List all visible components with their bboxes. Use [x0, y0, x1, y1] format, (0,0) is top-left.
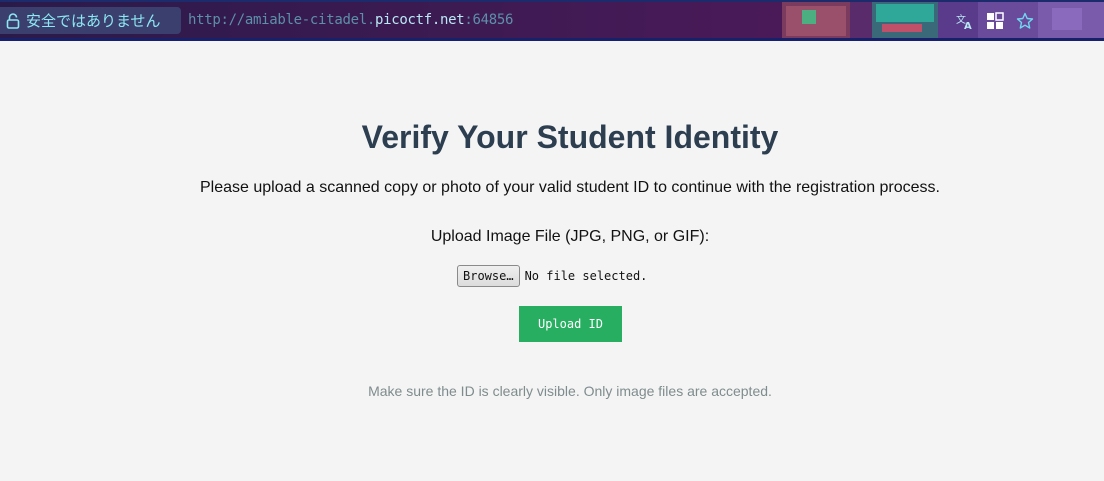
browser-address-bar: 安全ではありません http://amiable-citadel.picoctf… [0, 0, 1104, 41]
upload-id-button[interactable]: Upload ID [519, 306, 622, 342]
instructions-text: Please upload a scanned copy or photo of… [200, 179, 940, 196]
svg-text:A: A [964, 21, 972, 30]
translate-icon[interactable]: 文 A [956, 12, 974, 30]
upload-label: Upload Image File (JPG, PNG, or GIF): [430, 228, 710, 245]
url-port: :64856 [464, 12, 514, 28]
browse-button[interactable]: Browse… [457, 265, 520, 287]
security-label: 安全ではありません [26, 12, 161, 30]
bookmark-star-icon[interactable] [1016, 12, 1034, 30]
url-host: picoctf.net [374, 12, 465, 28]
file-status: No file selected. [524, 269, 648, 283]
page-title: Verify Your Student Identity [361, 119, 779, 155]
footnote-text: Make sure the ID is clearly visible. Onl… [368, 383, 772, 399]
theme-pixel-art [782, 2, 1104, 38]
url-field[interactable]: http://amiable-citadel.picoctf.net:64856 [188, 12, 513, 28]
browser-toolbar: 文 A [956, 12, 1034, 30]
verification-page: Verify Your Student Identity Please uplo… [0, 41, 1104, 481]
extensions-icon[interactable] [986, 12, 1004, 30]
security-indicator[interactable]: 安全ではありません [0, 7, 181, 34]
url-scheme: http://amiable-citadel. [188, 12, 375, 28]
lock-icon [6, 12, 20, 29]
file-input[interactable]: Browse… No file selected. [457, 265, 647, 287]
